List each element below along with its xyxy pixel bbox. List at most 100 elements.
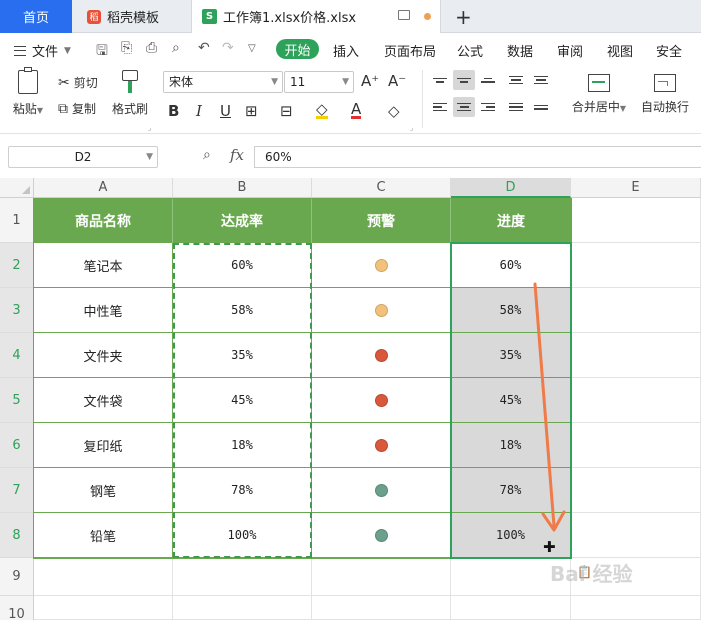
increase-indent-icon[interactable] <box>530 70 552 90</box>
table-cell-rate[interactable]: 18% <box>173 423 312 468</box>
cell-a9[interactable] <box>34 558 173 596</box>
cell-e6[interactable] <box>571 423 701 468</box>
cell-c9[interactable] <box>312 558 451 596</box>
align-center-icon[interactable] <box>453 97 475 117</box>
align-bottom-icon[interactable] <box>477 70 499 90</box>
table-cell-warning[interactable] <box>312 378 451 423</box>
redo-icon[interactable]: ↷ <box>222 40 234 56</box>
cell-d10[interactable] <box>451 596 571 620</box>
save-icon[interactable]: 🖫 <box>96 40 108 64</box>
row-header-10[interactable]: 10 <box>0 596 34 620</box>
table-cell-warning[interactable] <box>312 243 451 288</box>
cell-b9[interactable] <box>173 558 312 596</box>
tab-home[interactable]: 首页 <box>0 0 72 33</box>
fill-color-icon[interactable]: ◇ <box>316 102 328 119</box>
menu-review[interactable]: 审阅 <box>557 41 583 60</box>
font-size-select[interactable]: 11 ▼ <box>284 71 354 93</box>
table-cell-rate[interactable]: 35% <box>173 333 312 378</box>
bold-icon[interactable]: B <box>168 102 179 120</box>
header-cell-progress[interactable]: 进度 <box>451 198 571 243</box>
menu-formulas[interactable]: 公式 <box>457 41 483 60</box>
column-header-e[interactable]: E <box>571 178 701 198</box>
align-right-icon[interactable] <box>477 97 499 117</box>
row-header-5[interactable]: 5 <box>0 378 34 423</box>
table-cell-name[interactable]: 复印纸 <box>34 423 173 468</box>
cell-e3[interactable] <box>571 288 701 333</box>
select-all-corner[interactable] <box>0 178 34 198</box>
monitor-icon[interactable] <box>398 10 410 20</box>
spreadsheet-grid[interactable]: A B C D E 1 2 3 4 5 6 7 8 9 10 商品名称 达成率 … <box>0 178 701 620</box>
table-cell-name[interactable]: 文件袋 <box>34 378 173 423</box>
merge-center-button[interactable]: 合并居中▼ <box>568 74 630 115</box>
table-cell-name[interactable]: 笔记本 <box>34 243 173 288</box>
cell-e2[interactable] <box>571 243 701 288</box>
column-header-b[interactable]: B <box>173 178 312 198</box>
table-cell-name[interactable]: 钢笔 <box>34 468 173 513</box>
wrap-text-button[interactable]: 自动换行 <box>636 74 694 115</box>
table-cell-name[interactable]: 中性笔 <box>34 288 173 333</box>
align-left-icon[interactable] <box>429 97 451 117</box>
cell-style-icon[interactable]: ⊟ <box>280 102 293 120</box>
table-cell-rate[interactable]: 60% <box>173 243 312 288</box>
print-icon[interactable]: ⎙ <box>146 40 157 56</box>
font-expand-icon[interactable]: ⌟ <box>410 124 413 132</box>
font-name-select[interactable]: 宋体 ▼ <box>163 71 283 93</box>
tab-template[interactable]: 稻 稻壳模板 <box>73 0 190 33</box>
menu-file[interactable]: 文件 ▼ <box>14 41 71 60</box>
font-color-icon[interactable]: A <box>351 102 362 119</box>
table-cell-rate[interactable]: 100% <box>173 513 312 558</box>
row-header-9[interactable]: 9 <box>0 558 34 596</box>
justify-icon[interactable] <box>505 97 527 117</box>
table-cell-rate[interactable]: 45% <box>173 378 312 423</box>
clipboard-expand-icon[interactable]: ⌟ <box>148 124 151 132</box>
row-header-7[interactable]: 7 <box>0 468 34 513</box>
undo-icon[interactable]: ↶ <box>198 40 210 56</box>
table-cell-rate[interactable]: 58% <box>173 288 312 333</box>
cell-e10[interactable] <box>571 596 701 620</box>
increase-font-icon[interactable]: A⁺ <box>361 72 379 90</box>
column-header-c[interactable]: C <box>312 178 451 198</box>
quick-access-more-icon[interactable]: ▽ <box>248 43 256 54</box>
copy-button[interactable]: ⧉ 复制 <box>58 100 96 117</box>
print-preview-icon[interactable]: ⌕ <box>172 40 180 56</box>
row-header-1[interactable]: 1 <box>0 198 34 243</box>
name-box[interactable]: D2 ▼ <box>8 146 158 168</box>
table-cell-warning[interactable] <box>312 513 451 558</box>
menu-view[interactable]: 视图 <box>607 41 633 60</box>
header-cell-warning[interactable]: 预警 <box>312 198 451 243</box>
cell-b10[interactable] <box>173 596 312 620</box>
table-cell-warning[interactable] <box>312 468 451 513</box>
cell-e7[interactable] <box>571 468 701 513</box>
table-cell-warning[interactable] <box>312 288 451 333</box>
fx-icon[interactable]: fx <box>230 146 244 164</box>
table-cell-warning[interactable] <box>312 333 451 378</box>
menu-data[interactable]: 数据 <box>507 41 533 60</box>
header-cell-name[interactable]: 商品名称 <box>34 198 173 243</box>
cell-c10[interactable] <box>312 596 451 620</box>
cell-e4[interactable] <box>571 333 701 378</box>
paste-button[interactable]: 粘贴▼ <box>10 67 46 117</box>
tab-document[interactable]: S 工作簿1.xlsx价格.xlsx <box>191 0 441 33</box>
row-header-3[interactable]: 3 <box>0 288 34 333</box>
table-cell-name[interactable]: 铅笔 <box>34 513 173 558</box>
row-header-8[interactable]: 8 <box>0 513 34 558</box>
distributed-icon[interactable] <box>530 97 552 117</box>
formula-input[interactable]: 60% <box>254 146 701 168</box>
table-cell-name[interactable]: 文件夹 <box>34 333 173 378</box>
align-top-icon[interactable] <box>429 70 451 90</box>
italic-icon[interactable]: I <box>196 102 202 120</box>
cell-e8[interactable] <box>571 513 701 558</box>
table-cell-warning[interactable] <box>312 423 451 468</box>
decrease-font-icon[interactable]: A⁻ <box>388 72 406 90</box>
align-middle-icon[interactable] <box>453 70 475 90</box>
menu-start[interactable]: 开始 <box>276 39 319 59</box>
cut-button[interactable]: ✂ 剪切 <box>58 74 98 91</box>
table-cell-rate[interactable]: 78% <box>173 468 312 513</box>
zoom-search-icon[interactable]: ⌕ <box>203 147 211 163</box>
cell-a10[interactable] <box>34 596 173 620</box>
column-header-d[interactable]: D <box>451 178 571 198</box>
row-header-2[interactable]: 2 <box>0 243 34 288</box>
menu-page-layout[interactable]: 页面布局 <box>384 41 436 60</box>
menu-insert[interactable]: 插入 <box>333 41 359 60</box>
clear-format-icon[interactable]: ◇ <box>388 102 400 120</box>
